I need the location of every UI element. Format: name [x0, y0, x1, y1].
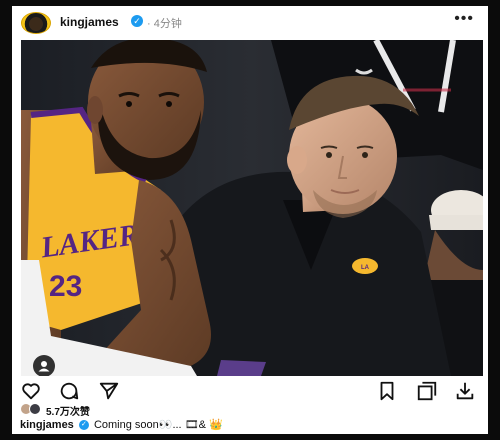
- caption-username[interactable]: kingjames: [20, 419, 74, 431]
- liked-by-avatars: [20, 403, 44, 415]
- caption-verified-badge-icon: ✓: [78, 420, 89, 431]
- download-icon[interactable]: [454, 380, 476, 402]
- post-timestamp: · 4分钟: [147, 18, 182, 30]
- verified-badge-icon: ✓: [131, 15, 143, 27]
- post-username[interactable]: kingjames: [60, 15, 119, 29]
- post-photo[interactable]: LA LAKERS 23: [21, 40, 483, 376]
- heart-icon[interactable]: [20, 380, 42, 402]
- instagram-post: kingjames ✓ · 4分钟 ••• LA LAKERS 23 5.7万次…: [12, 6, 488, 434]
- share-icon[interactable]: [98, 380, 120, 402]
- likes-count: 5.7万次赞: [46, 407, 90, 418]
- svg-text:LA: LA: [361, 265, 370, 271]
- more-options-icon[interactable]: •••: [454, 10, 474, 28]
- post-caption: kingjames ✓ Coming soon👀... 🎞& 👑: [20, 418, 480, 432]
- jersey-number-text: 23: [49, 270, 82, 303]
- action-bar: [12, 380, 488, 402]
- liker-avatar: [29, 403, 41, 415]
- caption-text: Coming soon👀... 🎞& 👑: [93, 419, 223, 431]
- photo-illustration: LA LAKERS 23: [21, 40, 483, 376]
- comment-icon[interactable]: [58, 380, 80, 402]
- bookmark-icon[interactable]: [376, 380, 398, 402]
- profile-avatar[interactable]: [21, 12, 51, 34]
- post-header: kingjames ✓ · 4分钟 •••: [12, 6, 488, 38]
- tagged-user-icon[interactable]: [33, 355, 55, 376]
- repost-icon[interactable]: [416, 380, 438, 402]
